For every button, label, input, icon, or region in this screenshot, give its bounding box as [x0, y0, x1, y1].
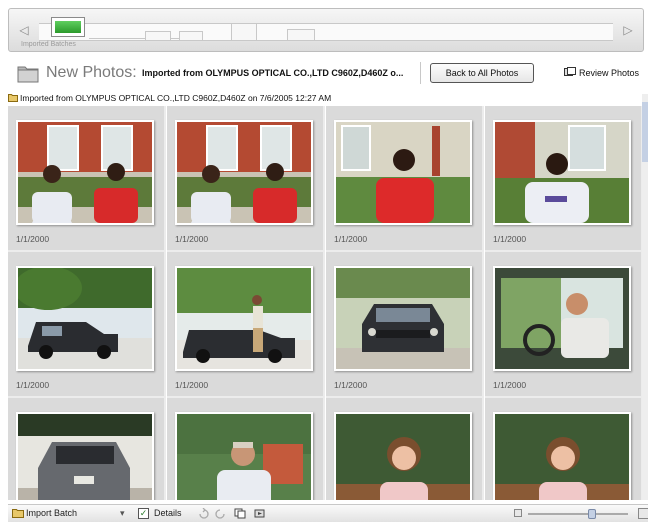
photo-thumbnail[interactable]: [334, 412, 472, 500]
photo-date: 1/1/2000: [334, 380, 368, 390]
page-subtitle: Imported from OLYMPUS OPTICAL CO.,LTD C9…: [142, 68, 404, 78]
header-divider: [420, 62, 421, 84]
timeline-left-arrow-icon[interactable]: ◁: [13, 19, 35, 41]
photo-tile[interactable]: 1/1/2000: [167, 252, 325, 398]
photo-thumbnail[interactable]: [493, 266, 631, 371]
timeline-caption: Imported Batches: [21, 41, 76, 48]
details-checkbox[interactable]: ✓: [138, 508, 149, 519]
page-header: New Photos: Imported from OLYMPUS OPTICA…: [8, 58, 648, 90]
back-to-all-photos-button[interactable]: Back to All Photos: [430, 63, 534, 83]
photo-image: [336, 122, 470, 223]
photo-thumbnail[interactable]: [16, 120, 154, 225]
photo-thumbnail[interactable]: [175, 266, 313, 371]
photo-tile[interactable]: 1/1/2000: [167, 106, 325, 252]
flip-icon[interactable]: [214, 508, 226, 519]
photo-date: 1/1/2000: [493, 234, 527, 244]
photo-tile[interactable]: [8, 398, 166, 500]
photo-date: 1/1/2000: [16, 380, 50, 390]
photo-tile[interactable]: [485, 398, 642, 500]
photo-tile[interactable]: 1/1/2000: [8, 106, 166, 252]
photo-image: [18, 268, 152, 369]
photo-image: [495, 414, 629, 500]
photo-date: 1/1/2000: [175, 380, 209, 390]
zoom-out-icon[interactable]: [514, 509, 522, 517]
slideshow-icon[interactable]: [254, 508, 266, 519]
photo-tile[interactable]: 1/1/2000: [485, 252, 642, 398]
photo-image: [336, 268, 470, 369]
photo-image: [18, 414, 152, 500]
zoom-in-icon[interactable]: [638, 508, 648, 519]
timeline-bar[interactable]: ◁ Imported Batches ▷: [8, 8, 644, 52]
timeline-batch[interactable]: [179, 31, 203, 41]
import-batch-dropdown[interactable]: Import Batch: [12, 508, 77, 518]
photo-thumbnail[interactable]: [334, 266, 472, 371]
photo-image: [177, 414, 311, 500]
photo-date: 1/1/2000: [175, 234, 209, 244]
zoom-slider-thumb[interactable]: [588, 509, 596, 519]
folder-icon: [12, 509, 24, 518]
photo-image: [18, 122, 152, 223]
photo-date: 1/1/2000: [16, 234, 50, 244]
photo-thumbnail[interactable]: [334, 120, 472, 225]
import-batch-label: Import Batch: [26, 508, 78, 518]
photo-date: 1/1/2000: [493, 380, 527, 390]
page-title: New Photos:: [46, 64, 137, 81]
photo-thumbnail[interactable]: [16, 412, 154, 500]
details-label: Details: [154, 508, 182, 518]
photo-thumbnail[interactable]: [493, 120, 631, 225]
review-photos-icon: [564, 67, 576, 76]
rotate-icon[interactable]: [198, 508, 210, 519]
photo-tile[interactable]: 1/1/2000: [326, 106, 484, 252]
photo-thumbnail[interactable]: [493, 412, 631, 500]
photo-image: [177, 268, 311, 369]
photo-thumbnail[interactable]: [175, 120, 313, 225]
timeline-selected-batch[interactable]: [51, 17, 85, 37]
bottom-toolbar: Import Batch ▾ ✓ Details: [8, 504, 648, 522]
photo-image: [336, 414, 470, 500]
chevron-down-icon[interactable]: ▾: [120, 508, 125, 519]
photo-thumbnail[interactable]: [16, 266, 154, 371]
photo-image: [495, 268, 629, 369]
scrollbar-thumb[interactable]: [642, 102, 648, 162]
review-photos-button[interactable]: Review Photos: [564, 67, 639, 78]
timeline-right-arrow-icon[interactable]: ▷: [617, 19, 639, 41]
timeline-batch[interactable]: [145, 31, 171, 41]
batch-group-heading: Imported from OLYMPUS OPTICAL CO.,LTD C9…: [8, 93, 331, 103]
copy-icon[interactable]: [234, 508, 246, 519]
timeline-step: [89, 38, 189, 39]
photo-thumbnail[interactable]: [175, 412, 313, 500]
photo-tile[interactable]: [326, 398, 484, 500]
folder-icon: [17, 66, 39, 83]
photo-image: [495, 122, 629, 223]
timeline-batch[interactable]: [231, 23, 257, 41]
photo-image: [177, 122, 311, 223]
photo-grid[interactable]: 1/1/2000 1/1/2000 1/1/2000 1/1/2000 1/1/…: [8, 106, 642, 500]
batch-group-label: Imported from OLYMPUS OPTICAL CO.,LTD C9…: [20, 93, 332, 103]
vertical-scrollbar[interactable]: [642, 94, 648, 500]
photo-tile[interactable]: 1/1/2000: [326, 252, 484, 398]
photo-tile[interactable]: [167, 398, 325, 500]
zoom-slider[interactable]: [528, 513, 628, 515]
timeline-batch[interactable]: [287, 29, 315, 41]
review-photos-label: Review Photos: [579, 68, 640, 78]
photo-tile[interactable]: 1/1/2000: [8, 252, 166, 398]
folder-icon: [8, 94, 18, 102]
photo-date: 1/1/2000: [334, 234, 368, 244]
photo-tile[interactable]: 1/1/2000: [485, 106, 642, 252]
